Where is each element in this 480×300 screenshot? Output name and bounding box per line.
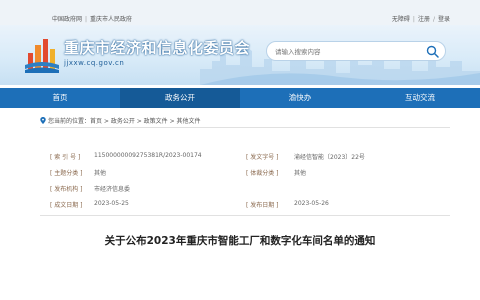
emblem-icon: [25, 39, 59, 73]
publish-date-value: 2023-05-26: [294, 200, 329, 207]
search-box[interactable]: [266, 41, 446, 61]
gov-cn-link[interactable]: 中国政府网: [52, 16, 82, 23]
nav-item-gov-affairs[interactable]: 政务公开: [120, 88, 240, 108]
login-link[interactable]: 登录: [438, 16, 450, 23]
main-nav: 首页 政务公开 渝快办 互动交流: [0, 88, 480, 108]
breadcrumb-text[interactable]: 您当前的位置：首页 > 政务公开 > 政策文件 > 其他文件: [48, 118, 201, 125]
written-date-label: [ 成文日期 ]: [50, 202, 83, 209]
search-input[interactable]: [275, 46, 415, 57]
doc-number-value: 渝经信智能〔2023〕22号: [294, 154, 365, 161]
topic-category-value: 其他: [94, 170, 107, 177]
issuer-value: 市经济信息委: [94, 186, 131, 193]
issuer-label: [ 发布机构 ]: [50, 186, 83, 193]
search-icon[interactable]: [426, 45, 439, 58]
written-date-value: 2023-05-25: [94, 200, 129, 207]
nav-item-interaction[interactable]: 互动交流: [360, 88, 480, 108]
divider: |: [412, 16, 415, 23]
divider: [40, 215, 450, 216]
divider: /: [432, 16, 435, 23]
cq-gov-link[interactable]: 重庆市人民政府: [90, 16, 132, 23]
doc-number-label: [ 发文字号 ]: [246, 154, 279, 161]
genre-category-label: [ 体裁分类 ]: [246, 170, 279, 177]
meta-row: [ 成文日期 ] 2023-05-25 [ 发布日期 ] 2023-05-26: [50, 200, 450, 212]
meta-row: [ 索 引 号 ] 11500000009275381R/2023-00174 …: [50, 152, 450, 164]
index-number-label: [ 索 引 号 ]: [50, 154, 81, 161]
genre-category-value: 其他: [294, 170, 307, 177]
divider: |: [85, 16, 88, 23]
document-title: 关于公布2023年重庆市智能工厂和数字化车间名单的通知: [104, 235, 376, 247]
top-utility-bar: 中国政府网 | 重庆市人民政府 无障碍 | 注册 / 登录: [0, 0, 480, 25]
site-domain: jjxxw.cq.gov.cn: [64, 59, 125, 67]
divider: [40, 127, 450, 128]
publish-date-label: [ 发布日期 ]: [246, 202, 279, 209]
location-pin-icon: [40, 117, 46, 124]
accessibility-link[interactable]: 无障碍: [392, 16, 410, 23]
meta-row: [ 主题分类 ] 其他 [ 体裁分类 ] 其他: [50, 168, 450, 180]
site-title: 重庆市经济和信息化委员会: [64, 39, 251, 57]
nav-item-home[interactable]: 首页: [0, 88, 120, 108]
topic-category-label: [ 主题分类 ]: [50, 170, 83, 177]
nav-item-yukuaiban[interactable]: 渝快办: [240, 88, 360, 108]
register-link[interactable]: 注册: [418, 16, 430, 23]
meta-row: [ 发布机构 ] 市经济信息委: [50, 184, 450, 196]
index-number-value: 11500000009275381R/2023-00174: [94, 152, 202, 159]
breadcrumb: 您当前的位置：首页 > 政务公开 > 政策文件 > 其他文件: [40, 116, 201, 125]
site-header-banner: 重庆市经济和信息化委员会 jjxxw.cq.gov.cn: [0, 25, 480, 85]
